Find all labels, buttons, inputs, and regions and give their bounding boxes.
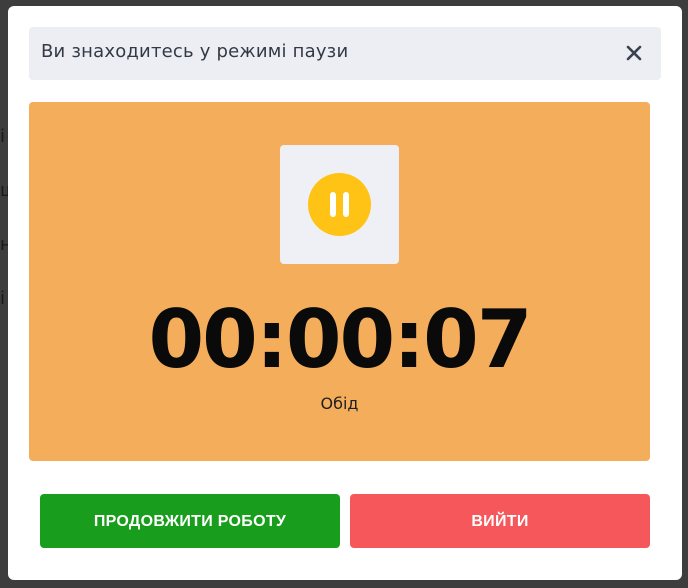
- pause-tile: [280, 145, 399, 264]
- timer-display: 00:00:07: [148, 293, 533, 386]
- pause-modal: Ви знаходитесь у режимі паузи 00:00:07 О…: [8, 6, 682, 580]
- modal-title: Ви знаходитесь у режимі паузи: [41, 41, 349, 62]
- pause-icon: [308, 173, 371, 236]
- modal-header: Ви знаходитесь у режимі паузи: [29, 27, 661, 80]
- pause-reason-label: Обід: [320, 394, 359, 413]
- exit-button[interactable]: ВИЙТИ: [350, 494, 650, 548]
- continue-work-button[interactable]: ПРОДОВЖИТИ РОБОТУ: [40, 494, 340, 548]
- close-button[interactable]: [621, 40, 647, 66]
- close-icon: [626, 45, 642, 61]
- timer-panel: 00:00:07 Обід: [29, 102, 650, 461]
